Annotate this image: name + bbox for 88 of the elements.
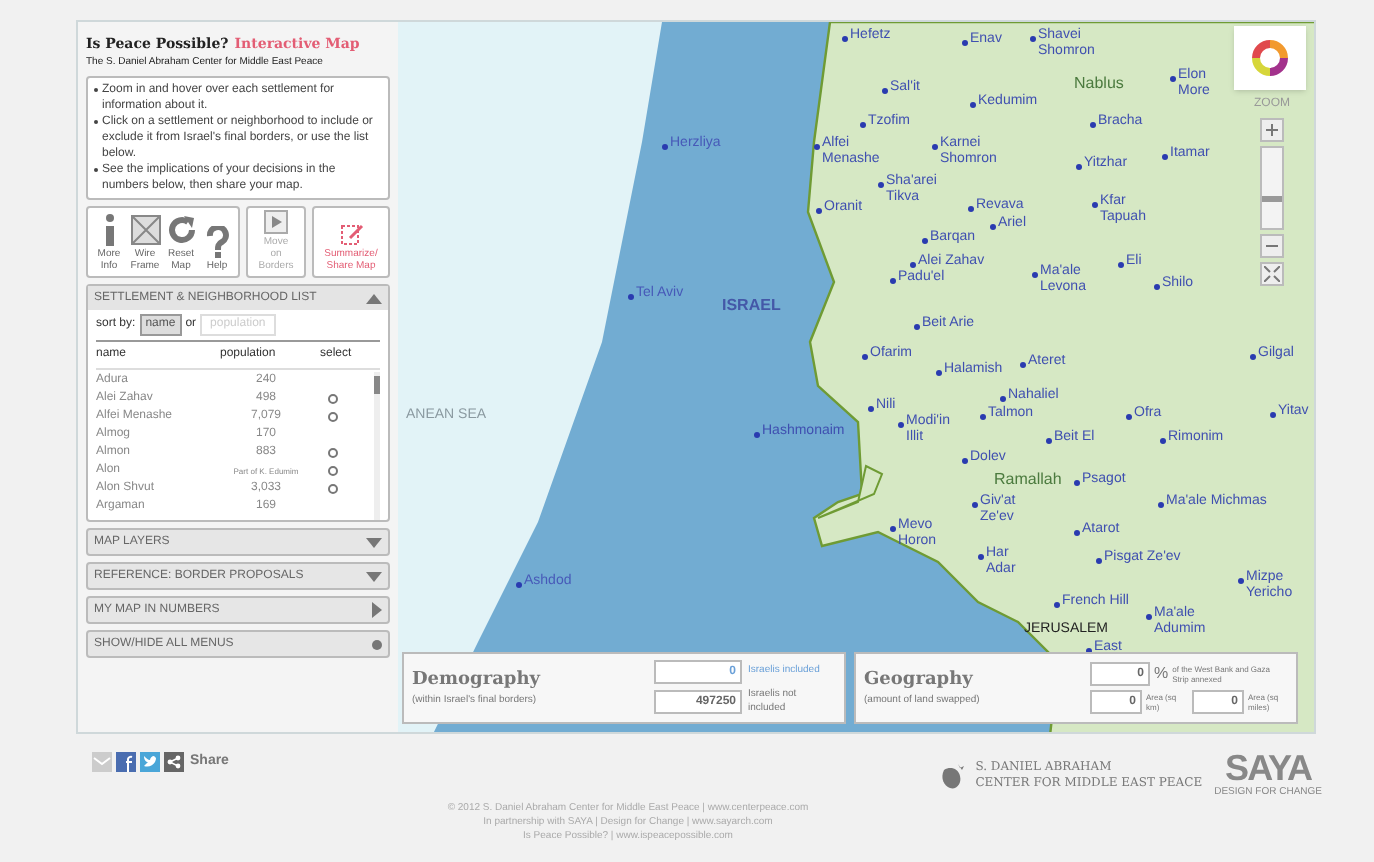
- location-dot-icon: [936, 370, 942, 376]
- location-dot-icon: [890, 278, 896, 284]
- edit-icon: [339, 222, 363, 246]
- plus-icon: [1266, 124, 1278, 136]
- panel-title: Demography: [412, 667, 540, 693]
- enclave-area[interactable]: [817, 464, 884, 519]
- location-dot-icon: [842, 36, 848, 42]
- place-label[interactable]: Nablus: [1074, 76, 1124, 92]
- location-dot-icon: [962, 458, 968, 464]
- location-dot-icon: [1238, 578, 1244, 584]
- reload-icon: [165, 214, 197, 246]
- play-icon: [264, 210, 288, 234]
- facebook-icon[interactable]: [116, 752, 136, 772]
- location-dot-icon: [860, 122, 866, 128]
- caret-down-icon: [366, 537, 382, 547]
- question-icon: [205, 226, 229, 258]
- location-dot-icon: [914, 324, 920, 330]
- info-icon: [101, 214, 117, 246]
- percent-sign: %: [1154, 662, 1169, 686]
- expand-icon: [1264, 266, 1280, 282]
- location-dot-icon: [878, 182, 884, 188]
- zoom-slider[interactable]: [1260, 146, 1284, 230]
- caret-down-icon: [366, 571, 382, 581]
- select-radio[interactable]: [328, 394, 338, 404]
- location-dot-icon: [1162, 154, 1168, 160]
- zoom-in-button[interactable]: [1260, 118, 1284, 142]
- fullscreen-button[interactable]: [1260, 262, 1284, 286]
- location-dot-icon: [516, 582, 522, 588]
- location-dot-icon: [1170, 76, 1176, 82]
- location-dot-icon: [1046, 438, 1052, 444]
- location-dot-icon: [868, 406, 874, 412]
- location-dot-icon: [662, 144, 668, 150]
- location-dot-icon: [1146, 614, 1152, 620]
- select-radio[interactable]: [328, 412, 338, 422]
- location-dot-icon: [978, 554, 984, 560]
- dot-icon: [372, 639, 382, 649]
- location-dot-icon: [1092, 202, 1098, 208]
- location-dot-icon: [882, 88, 888, 94]
- location-dot-icon: [962, 40, 968, 46]
- location-dot-icon: [1076, 164, 1082, 170]
- location-dot-icon: [972, 502, 978, 508]
- minus-icon: [1266, 240, 1278, 252]
- location-dot-icon: [890, 526, 896, 532]
- location-dot-icon: [1054, 602, 1060, 608]
- location-dot-icon: [1250, 354, 1256, 360]
- location-dot-icon: [1090, 122, 1096, 128]
- location-dot-icon: [816, 208, 822, 214]
- caret-right-icon: [372, 602, 382, 618]
- location-dot-icon: [1032, 272, 1038, 278]
- select-radio[interactable]: [328, 448, 338, 458]
- panel-title: Geography: [864, 667, 975, 693]
- select-radio[interactable]: [328, 466, 338, 476]
- location-dot-icon: [970, 102, 976, 108]
- share-icon[interactable]: [164, 752, 184, 772]
- location-dot-icon: [1030, 36, 1036, 42]
- location-dot-icon: [1270, 412, 1276, 418]
- place-label[interactable]: Ramallah: [994, 472, 1062, 488]
- location-dot-icon: [922, 238, 928, 244]
- location-dot-icon: [1074, 530, 1080, 536]
- location-dot-icon: [628, 294, 634, 300]
- location-dot-icon: [1000, 396, 1006, 402]
- location-dot-icon: [1074, 480, 1080, 486]
- location-dot-icon: [814, 144, 820, 150]
- location-dot-icon: [968, 206, 974, 212]
- zoom-out-button[interactable]: [1260, 234, 1284, 258]
- location-dot-icon: [1096, 558, 1102, 564]
- caret-up-icon: [366, 293, 382, 303]
- location-dot-icon: [990, 224, 996, 230]
- location-dot-icon: [910, 262, 916, 268]
- twitter-icon[interactable]: [140, 752, 160, 772]
- location-dot-icon: [1158, 502, 1164, 508]
- saya-logo: SAYA: [1224, 750, 1312, 786]
- location-dot-icon: [754, 432, 760, 438]
- scrollbar-thumb[interactable]: [374, 376, 380, 394]
- location-dot-icon: [862, 354, 868, 360]
- location-dot-icon: [932, 144, 938, 150]
- location-dot-icon: [1118, 262, 1124, 268]
- location-dot-icon: [1160, 438, 1166, 444]
- grid-icon: [129, 214, 161, 246]
- zoom-slider-thumb[interactable]: [1262, 196, 1282, 203]
- location-dot-icon: [980, 414, 986, 420]
- ring-logo-icon: [1248, 36, 1292, 80]
- location-dot-icon: [1154, 284, 1160, 290]
- location-dot-icon: [898, 422, 904, 428]
- location-dot-icon: [1126, 414, 1132, 420]
- select-radio[interactable]: [328, 484, 338, 494]
- logo-box[interactable]: [1234, 26, 1306, 90]
- location-dot-icon: [1020, 362, 1026, 368]
